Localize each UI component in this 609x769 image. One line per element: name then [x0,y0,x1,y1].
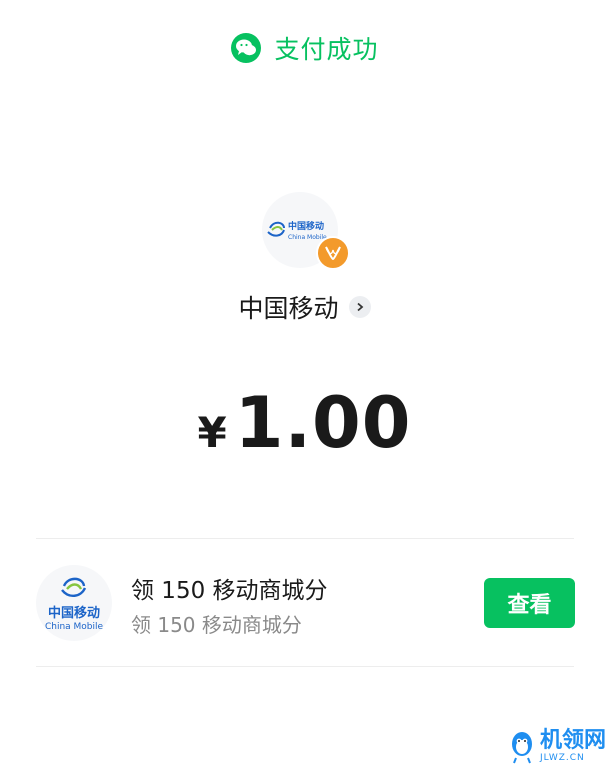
merchant-badge-icon [316,236,350,270]
payment-status-header: 支付成功 [0,30,609,66]
promo-logo-cn: 中国移动 [47,606,100,621]
watermark-sub: JLWZ.CN [540,753,585,763]
page-title: 支付成功 [274,35,379,64]
promo-subtitle: 领 150 移动商城分 [131,613,302,637]
view-button[interactable]: 查看 [484,578,575,628]
merchant-name[interactable]: 中国移动 [238,289,338,325]
chevron-right-icon[interactable] [348,296,371,318]
divider [36,666,574,667]
watermark-main: 机领网 [540,728,607,753]
site-watermark: 机领网 JLWZ.CN [508,726,608,766]
merchant-name-link[interactable]: 中国移动 [0,289,609,325]
china-mobile-logo-icon [61,577,87,597]
promo-title: 领 150 移动商城分 [131,578,328,604]
amount-value: 1.00 [234,382,412,464]
merchant-logo: 中国移动 China Mobile [262,192,350,270]
mascot-icon [512,732,532,764]
wechat-pay-icon [231,33,262,63]
divider [36,538,574,539]
promo-logo-en: China Mobile [44,622,104,632]
currency-symbol: ¥ [197,408,227,457]
payment-amount: ¥ 1.00 [0,382,609,464]
svg-text:中国移动: 中国移动 [288,220,324,232]
promo-logo: 中国移动 China Mobile [36,565,112,641]
